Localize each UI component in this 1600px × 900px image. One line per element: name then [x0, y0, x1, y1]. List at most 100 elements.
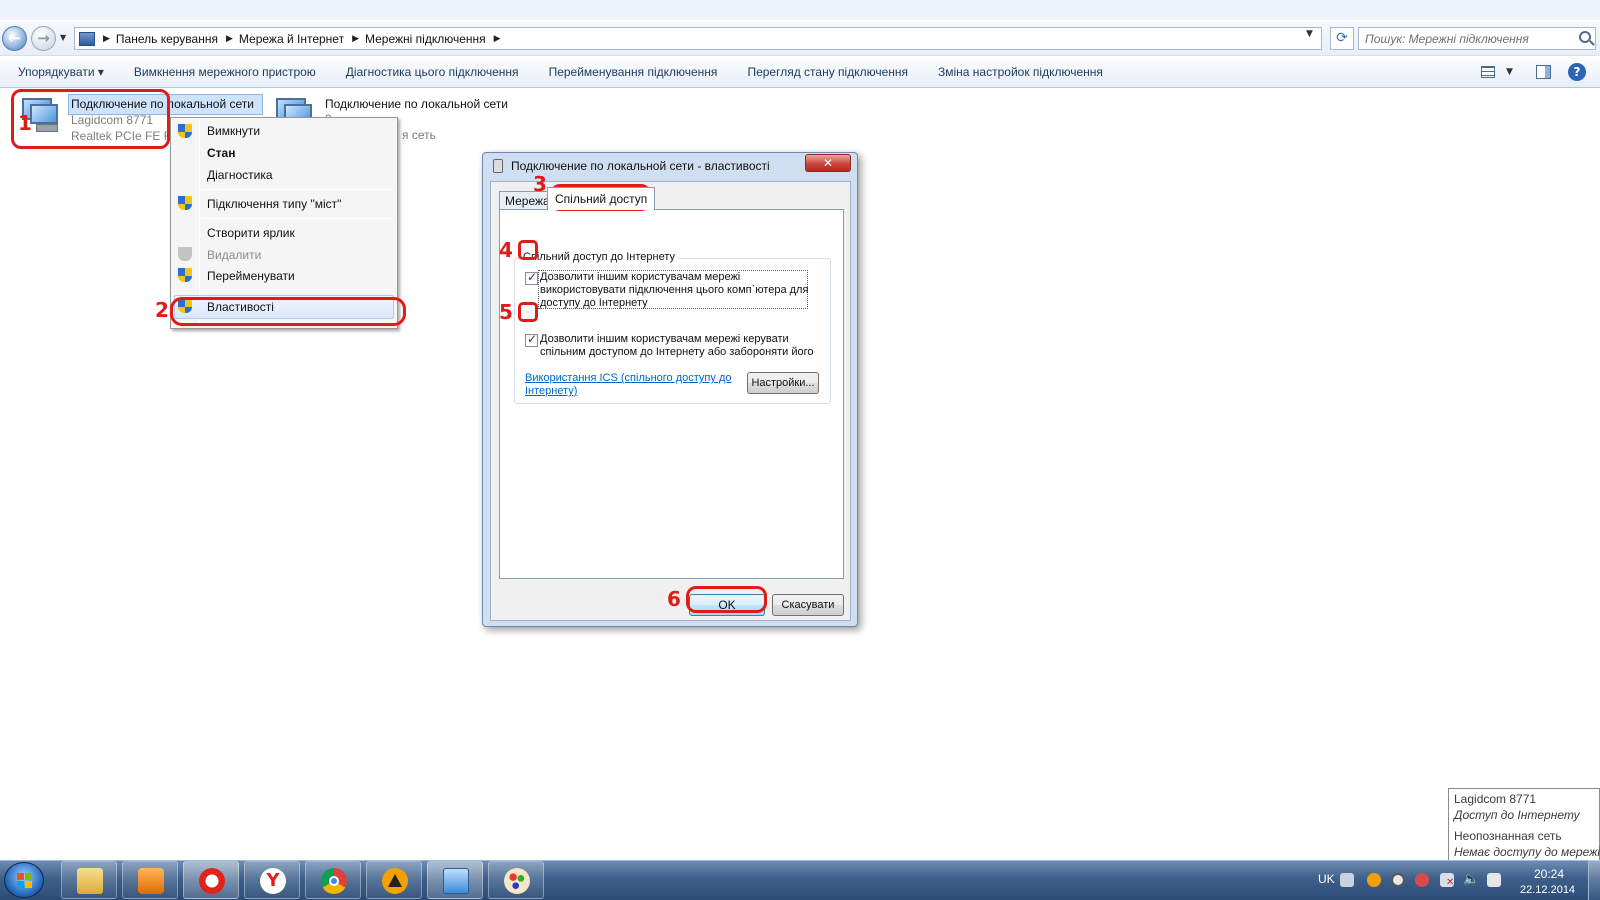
rename-button[interactable]: Перейменування підключення	[549, 65, 718, 79]
search-placeholder: Пошук: Мережні підключення	[1365, 32, 1529, 46]
breadcrumb-network-internet[interactable]: Мережа й Інтернет	[239, 32, 344, 46]
change-settings-button[interactable]: Зміна настройок підключення	[938, 65, 1103, 79]
uac-shield-icon	[178, 196, 192, 212]
search-input[interactable]: Пошук: Мережні підключення	[1358, 27, 1596, 50]
help-icon[interactable]: ?	[1568, 63, 1586, 81]
action-center-icon[interactable]	[1487, 873, 1501, 887]
group-label: Спільний доступ до Інтернету	[520, 251, 678, 263]
clock-date[interactable]: 22.12.2014	[1520, 884, 1575, 896]
taskbar	[0, 860, 1600, 900]
annotation-box-6	[686, 586, 767, 613]
language-indicator[interactable]: UK	[1318, 872, 1335, 886]
properties-dialog: Подключение по локальной сети - властиво…	[482, 152, 858, 627]
connection-2-title[interactable]: Подключение по локальной сети	[325, 97, 508, 111]
opera-icon	[199, 868, 225, 894]
menu-separator	[201, 289, 393, 290]
address-bar[interactable]: ▶ Панель керування ▶ Мережа й Інтернет ▶…	[74, 27, 1322, 50]
view-options-icon[interactable]	[1480, 63, 1498, 81]
cancel-button[interactable]: Скасувати	[772, 594, 844, 616]
diagnose-button[interactable]: Діагностика цього підключення	[346, 65, 519, 79]
menu-item-diagnostics[interactable]: Діагностика	[207, 168, 273, 182]
allow-control-checkbox[interactable]	[525, 332, 538, 347]
network-connections-icon	[443, 868, 469, 894]
close-button[interactable]: ✕	[805, 154, 851, 172]
menu-item-delete: Видалити	[207, 248, 262, 262]
organize-button[interactable]: Упорядкувати ▾	[18, 65, 104, 79]
menu-item-rename[interactable]: Перейменувати	[207, 269, 295, 283]
control-panel-icon	[79, 31, 95, 46]
menu-item-disable[interactable]: Вимкнути	[207, 124, 260, 138]
allow-control-label-1[interactable]: Дозволити іншим користувачам мережі керу…	[540, 333, 789, 346]
dialog-body: Мережа Спільний доступ Спільний доступ д…	[490, 181, 851, 621]
taskbar-explorer[interactable]	[61, 861, 117, 899]
annotation-number-6: 6	[667, 587, 681, 611]
clock-time[interactable]: 20:24	[1534, 867, 1564, 881]
media-player-icon	[138, 868, 164, 894]
tab-sharing[interactable]: Спільний доступ	[547, 187, 656, 210]
preview-pane-icon[interactable]	[1535, 63, 1553, 81]
annotation-number-5: 5	[499, 300, 513, 324]
refresh-button[interactable]: ⟳	[1330, 27, 1354, 50]
annotation-box-2	[170, 297, 406, 326]
allow-share-label-2[interactable]: використовувати підключення цього комп`ю…	[540, 284, 808, 297]
uac-shield-icon	[178, 124, 192, 140]
chevron-right-icon[interactable]: ▶	[352, 34, 359, 44]
annotation-box-4	[518, 240, 538, 260]
network-icon	[493, 159, 503, 173]
menu-item-create-shortcut[interactable]: Створити ярлик	[207, 226, 295, 240]
allow-control-label-2[interactable]: спільним доступом до Інтернету або забор…	[540, 346, 814, 359]
menu-item-bridge[interactable]: Підключення типу "міст"	[207, 197, 341, 211]
allow-share-label-1[interactable]: Дозволити іншим користувачам мережі	[540, 271, 740, 284]
chrome-icon	[321, 868, 347, 894]
ics-help-link-1[interactable]: Використання ICS (спільного доступу до	[525, 372, 731, 385]
network-status-popup: Lagidcom 8771 Доступ до Інтернету Неопоз…	[1448, 788, 1600, 863]
volume-icon[interactable]: 🔈	[1463, 873, 1479, 887]
disable-device-button[interactable]: Вимкнення мережного пристрою	[134, 65, 316, 79]
ics-help-link-2[interactable]: Інтернету)	[525, 385, 577, 398]
aimp-tray-icon[interactable]	[1367, 873, 1381, 887]
taskbar-aimp[interactable]	[366, 861, 422, 899]
view-status-button[interactable]: Перегляд стану підключення	[747, 65, 908, 79]
chevron-right-icon[interactable]: ▶	[494, 34, 501, 44]
connection-2-adapter: я сеть	[402, 128, 436, 142]
paint-icon	[504, 868, 530, 894]
history-dropdown-icon[interactable]: ▼	[60, 33, 66, 42]
taskbar-paint[interactable]	[488, 861, 544, 899]
keyboard-icon[interactable]	[1340, 873, 1354, 887]
menu-item-status[interactable]: Стан	[207, 146, 235, 160]
chevron-right-icon[interactable]: ▶	[103, 34, 110, 44]
network-1-status: Доступ до Інтернету	[1454, 808, 1580, 822]
forward-arrow-icon: →	[37, 29, 50, 47]
view-dropdown-icon[interactable]: ▼	[1506, 67, 1513, 77]
taskbar-chrome[interactable]	[305, 861, 361, 899]
annotation-number-4: 4	[499, 238, 513, 262]
allow-share-checkbox[interactable]	[525, 270, 538, 285]
search-icon	[1579, 31, 1591, 43]
back-button[interactable]: ←	[2, 26, 27, 51]
network-2-name: Неопознанная сеть	[1454, 829, 1562, 843]
breadcrumb-control-panel[interactable]: Панель керування	[116, 32, 218, 46]
forward-button[interactable]: →	[31, 26, 56, 51]
taskbar-network-connections[interactable]	[427, 861, 483, 899]
network-2-status: Немає доступу до мережі	[1454, 845, 1600, 859]
settings-tray-icon[interactable]	[1391, 873, 1405, 887]
start-button[interactable]	[4, 862, 44, 898]
back-arrow-icon: ←	[8, 29, 21, 47]
chevron-right-icon[interactable]: ▶	[226, 34, 233, 44]
allow-share-label-3[interactable]: доступу до Інтернету	[540, 297, 648, 310]
annotation-box-1	[11, 89, 170, 149]
address-dropdown-icon[interactable]: ▼	[1306, 29, 1313, 39]
annotation-number-3: 3	[533, 172, 547, 196]
command-toolbar: Упорядкувати ▾ Вимкнення мережного прист…	[0, 57, 1600, 88]
show-desktop-button[interactable]	[1588, 860, 1600, 900]
taskbar-yandex[interactable]: Y	[244, 861, 300, 899]
taskbar-opera[interactable]	[183, 861, 239, 899]
network-warning-icon[interactable]: ✕	[1440, 873, 1454, 888]
menu-separator	[201, 189, 393, 190]
annotation-number-1: 1	[18, 111, 32, 135]
settings-button[interactable]: Настройки...	[747, 372, 819, 394]
taskbar-media-player[interactable]	[122, 861, 178, 899]
app-tray-icon[interactable]	[1415, 873, 1429, 887]
breadcrumb-network-connections[interactable]: Мережні підключення	[365, 32, 486, 46]
dialog-title: Подключение по локальной сети - властиво…	[511, 159, 770, 173]
